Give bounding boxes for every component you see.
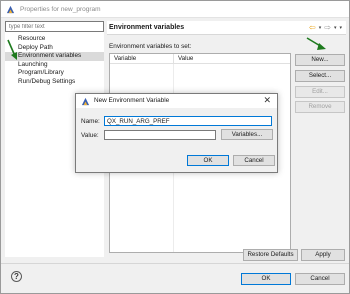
table-header: Variable Value — [110, 54, 290, 64]
restore-defaults-button[interactable]: Restore Defaults — [243, 249, 298, 261]
eclipse-app-icon — [81, 97, 90, 106]
new-environment-variable-dialog: New Environment Variable ✕ Name: Value: … — [75, 93, 278, 173]
dialog-ok-button[interactable]: OK — [187, 155, 229, 166]
filter-input[interactable] — [5, 21, 104, 32]
table-section-label: Environment variables to set: — [109, 43, 192, 50]
view-menu-icon[interactable]: ▾ — [339, 24, 342, 32]
dialog-title: New Environment Variable — [94, 97, 170, 104]
back-dropdown-icon[interactable]: ▾ — [319, 24, 322, 32]
eclipse-app-icon — [6, 5, 15, 14]
history-nav: ⇦ ▾ ⇨ ▾ ▾ — [309, 24, 342, 32]
apply-button[interactable]: Apply — [301, 249, 345, 261]
properties-window: Properties for new_program Resource Depl… — [0, 0, 350, 294]
value-label: Value: — [81, 132, 99, 139]
sidebar-item-deploy-path[interactable]: Deploy Path — [5, 44, 104, 53]
page-title: Environment variables — [109, 24, 185, 31]
remove-button[interactable]: Remove — [295, 101, 345, 113]
cancel-button[interactable]: Cancel — [295, 273, 345, 285]
dialog-titlebar: New Environment Variable ✕ — [76, 94, 277, 108]
help-icon[interactable]: ? — [11, 271, 22, 282]
window-titlebar: Properties for new_program — [1, 1, 349, 18]
dialog-cancel-button[interactable]: Cancel — [233, 155, 275, 166]
sidebar-item-program-library[interactable]: Program/Library — [5, 69, 104, 78]
column-header-variable[interactable]: Variable — [110, 54, 174, 63]
variables-button[interactable]: Variables... — [221, 129, 273, 140]
name-label: Name: — [81, 118, 100, 125]
sidebar-item-environment-variables[interactable]: Environment variables — [5, 52, 104, 61]
sidebar-nav: Resource Deploy Path Environment variabl… — [5, 35, 104, 86]
column-header-value[interactable]: Value — [174, 54, 290, 63]
forward-arrow-icon[interactable]: ⇨ — [324, 24, 331, 32]
sidebar-item-resource[interactable]: Resource — [5, 35, 104, 44]
back-arrow-icon[interactable]: ⇦ — [309, 24, 316, 32]
window-title: Properties for new_program — [20, 6, 101, 13]
panel-header: Environment variables ⇦ ▾ ⇨ ▾ ▾ — [107, 21, 346, 35]
new-button[interactable]: New... — [295, 54, 345, 66]
footer-divider — [1, 263, 349, 264]
sidebar-item-launching[interactable]: Launching — [5, 61, 104, 70]
close-icon[interactable]: ✕ — [263, 95, 271, 106]
select-button[interactable]: Select... — [295, 70, 345, 82]
forward-dropdown-icon[interactable]: ▾ — [334, 24, 337, 32]
edit-button[interactable]: Edit... — [295, 86, 345, 98]
value-field[interactable] — [104, 130, 216, 140]
name-field[interactable] — [104, 116, 272, 126]
sidebar-item-run-debug-settings[interactable]: Run/Debug Settings — [5, 78, 104, 87]
ok-button[interactable]: OK — [241, 273, 291, 285]
